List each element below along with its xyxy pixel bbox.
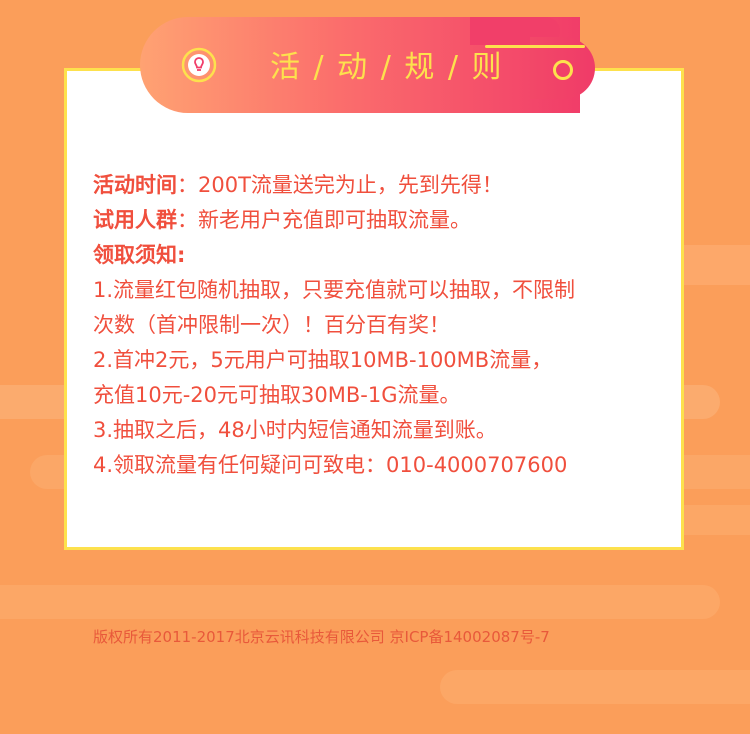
rule-item: 1.流量红包随机抽取，只要充值就可以抽取，不限制 xyxy=(93,278,576,302)
activity-time-line: 活动时间：200T流量送完为止，先到先得！ xyxy=(93,168,678,203)
banner-decoration-dot xyxy=(553,60,573,80)
rule-item: 次数（首冲限制一次）！百分百有奖！ xyxy=(93,313,450,337)
trial-group-text: ：新老用户充值即可抽取流量。 xyxy=(177,208,471,232)
activity-time-label: 活动时间 xyxy=(93,173,177,197)
banner-title: 活 / 动 / 规 / 则 xyxy=(270,50,504,85)
activity-time-text: ：200T流量送完为止，先到先得！ xyxy=(177,173,503,197)
rule-item: 充值10元-20元可抽取30MB-1G流量。 xyxy=(93,383,461,407)
trial-group-label: 试用人群 xyxy=(93,208,177,232)
trial-group-line: 试用人群：新老用户充值即可抽取流量。 xyxy=(93,203,678,238)
rule-item: 2.首冲2元，5元用户可抽取10MB-100MB流量， xyxy=(93,348,553,372)
rules-text: 活动时间：200T流量送完为止，先到先得！ 试用人群：新老用户充值即可抽取流量。… xyxy=(93,168,678,483)
background-stripe xyxy=(0,585,720,619)
rule-item: 4.领取流量有任何疑问可致电：010-4000707600 xyxy=(93,453,568,477)
lightbulb-icon xyxy=(181,47,217,83)
notice-label: 领取须知: xyxy=(93,243,186,267)
footer-copyright: 版权所有2011-2017北京云讯科技有限公司 京ICP备14002087号-7 xyxy=(93,628,550,646)
background-stripe xyxy=(440,670,750,704)
rule-item: 3.抽取之后，48小时内短信通知流量到账。 xyxy=(93,418,497,442)
